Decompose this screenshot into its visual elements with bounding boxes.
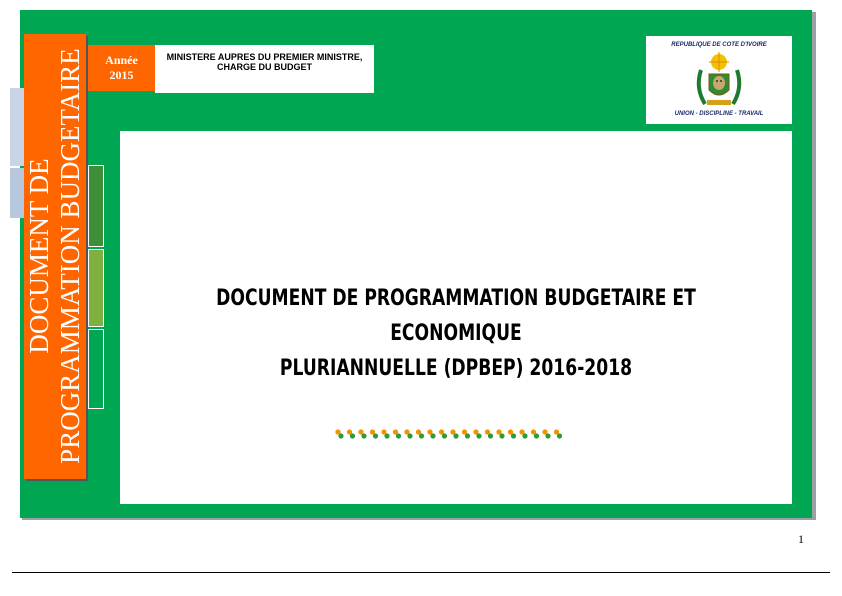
main-title-line2: PLURIANNUELLE (DPBEP) 2016-2018: [279, 356, 633, 381]
main-title-line1: DOCUMENT DE PROGRAMMATION BUDGETAIRE ET …: [216, 286, 696, 346]
vertical-title-banner: DOCUMENT DE PROGRAMMATION BUDGETAIRE: [24, 34, 86, 479]
year-value: 2015: [109, 68, 134, 82]
coat-of-arms-icon: [696, 52, 742, 106]
republic-emblem-box: REPUBLIQUE DE COTE D'IVOIRE UNION - DISC…: [646, 36, 792, 124]
ministry-line2: CHARGE DU BUDGET: [216, 62, 312, 72]
year-badge: Année 2015: [88, 45, 155, 91]
main-title: DOCUMENT DE PROGRAMMATION BUDGETAIRE ET …: [194, 281, 718, 386]
side-decoration: [10, 88, 24, 218]
vertical-title: DOCUMENT DE PROGRAMMATION BUDGETAIRE: [24, 48, 85, 464]
page-number: 1: [798, 532, 804, 546]
republic-title: REPUBLIQUE DE COTE D'IVOIRE: [671, 42, 767, 48]
decorative-tabs: [88, 165, 104, 410]
republic-motto: UNION - DISCIPLINE - TRAVAIL: [674, 111, 764, 117]
main-panel: DOCUMENT DE PROGRAMMATION BUDGETAIRE ET …: [120, 131, 792, 504]
ministry-line1: MINISTERE AUPRES DU PREMIER MINISTRE,: [166, 52, 363, 62]
year-label: Année: [105, 53, 138, 67]
ministry-box: MINISTERE AUPRES DU PREMIER MINISTRE, CH…: [155, 45, 374, 93]
decorative-dots-icon: [335, 429, 563, 439]
footer-rule: [12, 572, 830, 573]
